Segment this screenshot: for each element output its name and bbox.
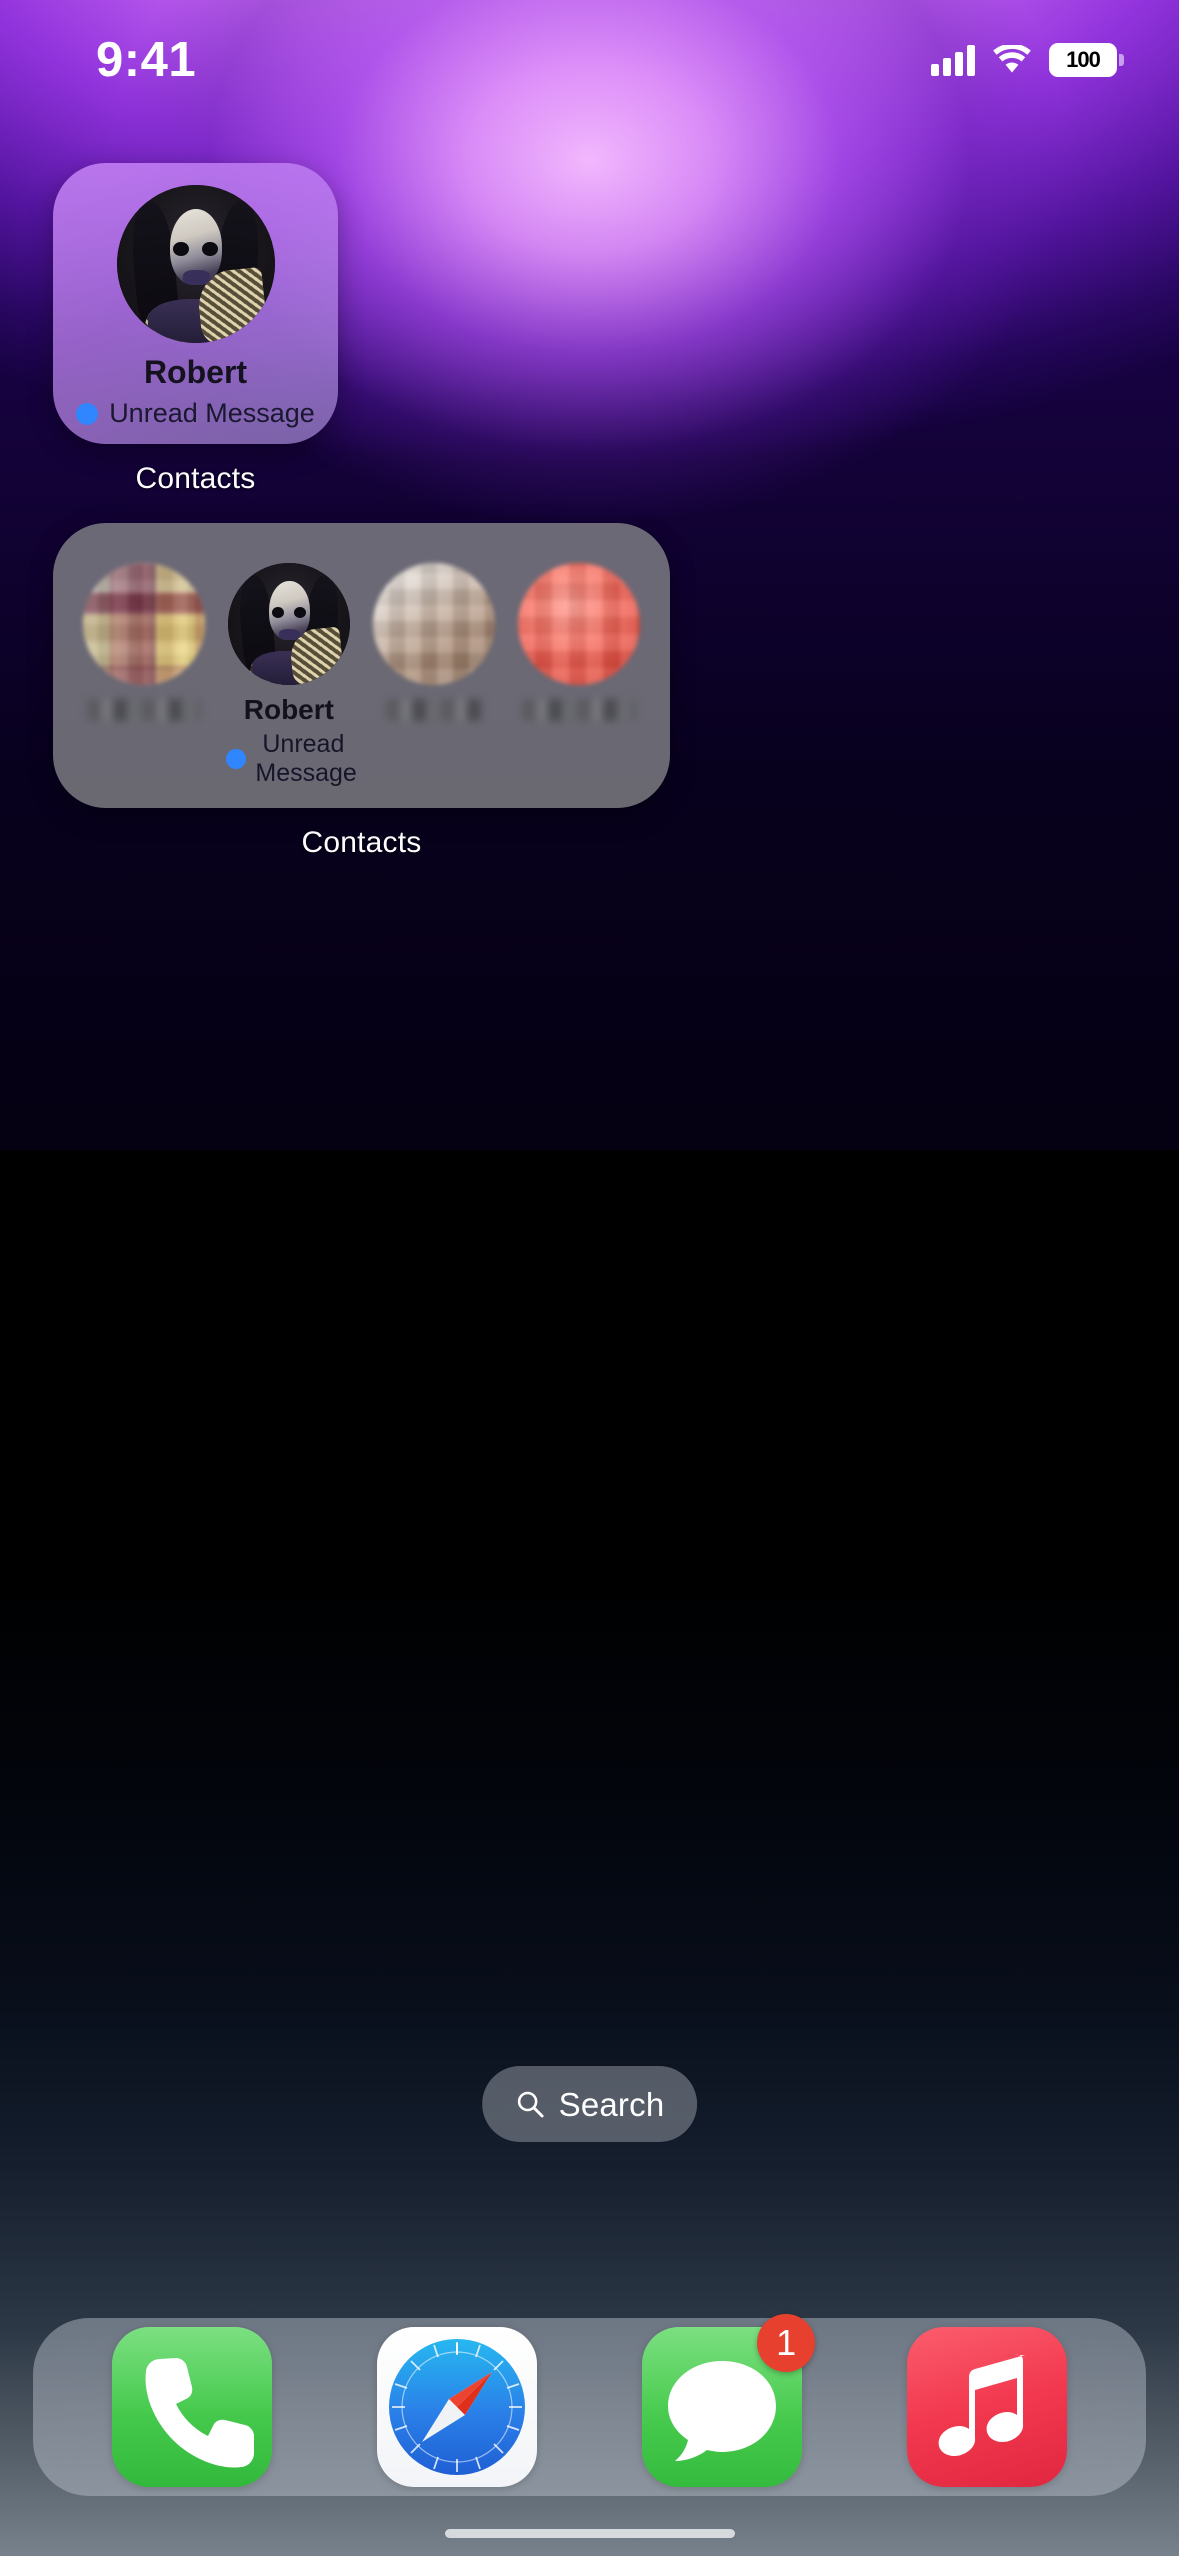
wifi-icon [992, 45, 1032, 75]
unread-status-dot [76, 402, 99, 425]
battery-level-label: 100 [1066, 47, 1101, 72]
widget-label-contacts-small: Contacts [135, 462, 256, 495]
contact-avatar-robert[interactable] [227, 563, 350, 685]
contact-status: Unread Message [76, 400, 315, 427]
contact-avatar-robert[interactable] [116, 185, 275, 343]
contact-cell[interactable] [513, 563, 646, 721]
widget-contacts-medium-body[interactable]: Robert Unread Message [53, 523, 670, 808]
dock-app-safari[interactable] [376, 2327, 537, 2487]
cellular-signal-icon [931, 44, 975, 76]
contact-cell[interactable] [77, 563, 210, 721]
search-icon [515, 2089, 545, 2119]
status-bar-clock: 9:41 [96, 32, 197, 87]
contact-status: Unread Message [226, 730, 357, 788]
contact-avatar-redacted-4[interactable] [518, 563, 641, 685]
status-bar: 9:41 100 [0, 0, 1179, 120]
dock-app-messages[interactable]: 1 [642, 2314, 816, 2487]
contact-status-label: Unread Message [255, 730, 356, 788]
battery-icon: 100 [1049, 43, 1124, 77]
status-bar-indicators: 100 [931, 43, 1124, 77]
dock-app-music[interactable] [907, 2327, 1068, 2487]
dock: 1 [33, 2314, 1146, 2496]
unread-status-dot [226, 749, 247, 769]
contact-status-line-1: Unread [262, 730, 345, 758]
contact-avatar-redacted-1[interactable] [82, 563, 205, 685]
dock-app-phone[interactable] [111, 2327, 272, 2487]
contact-status-label: Unread Message [109, 398, 315, 428]
search-button[interactable]: Search [481, 2066, 698, 2142]
contact-avatar-redacted-3[interactable] [373, 563, 496, 685]
contact-cell[interactable] [368, 563, 501, 721]
contact-name-redacted [86, 699, 201, 721]
widget-contacts-small-body[interactable]: Robert Unread Message [53, 163, 338, 444]
widget-contacts-medium[interactable]: Robert Unread Message Contacts [53, 523, 670, 860]
contact-name-redacted [522, 699, 637, 721]
search-label: Search [558, 2085, 665, 2123]
contact-cell-robert[interactable]: Robert Unread Message [222, 563, 357, 788]
widget-label-contacts-medium: Contacts [301, 826, 422, 859]
contact-name-redacted [386, 699, 483, 721]
home-indicator [444, 2529, 735, 2538]
contact-name: Robert [143, 354, 248, 390]
widget-contacts-small[interactable]: Robert Unread Message Contacts [53, 163, 338, 496]
contact-name: Robert [243, 694, 334, 725]
app-badge-messages: 1 [757, 2314, 816, 2372]
contact-status-line-2: Message [255, 759, 357, 787]
